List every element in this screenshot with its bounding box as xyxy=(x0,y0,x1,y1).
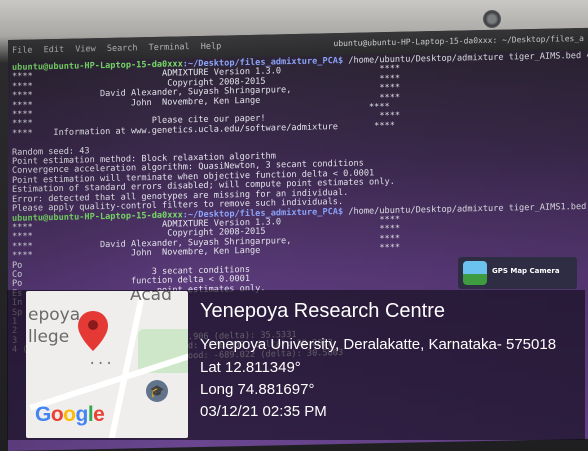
map-label: Acad xyxy=(130,291,172,305)
google-logo-text: Google xyxy=(35,403,105,426)
university-poi-icon: 🎓 xyxy=(146,380,168,402)
map-dots: ··· xyxy=(88,356,114,372)
map-thumbnail: Acad epoya llege ··· 🎓 Google xyxy=(26,291,188,438)
datetime: 03/12/21 02:35 PM xyxy=(200,403,327,420)
gps-badge-label: GPS Map Camera xyxy=(492,267,560,275)
menu-search[interactable]: Search xyxy=(107,43,138,54)
location-address: Yenepoya University, Deralakatte, Karnat… xyxy=(200,336,557,353)
webcam xyxy=(483,10,501,28)
gps-camera-logo-icon xyxy=(463,261,487,285)
longitude: Long 74.881697° xyxy=(200,381,315,398)
location-title: Yenepoya Research Centre xyxy=(200,300,445,322)
menu-help[interactable]: Help xyxy=(201,42,221,52)
menu-view[interactable]: View xyxy=(75,44,95,54)
map-pin-icon xyxy=(78,311,108,351)
location-info: Yenepoya Research Centre Yenepoya Univer… xyxy=(200,300,556,425)
menu-edit[interactable]: Edit xyxy=(44,45,64,55)
menu-list: File Edit View Search Terminal Help xyxy=(12,35,227,62)
gps-map-camera-badge: GPS Map Camera xyxy=(458,257,577,289)
google-logo: Google xyxy=(35,403,105,427)
latitude: Lat 12.811349° xyxy=(200,359,301,376)
map-label: llege xyxy=(28,327,70,347)
map-label: epoya xyxy=(28,305,81,325)
menu-file[interactable]: File xyxy=(12,45,32,55)
menu-terminal[interactable]: Terminal xyxy=(149,42,190,53)
